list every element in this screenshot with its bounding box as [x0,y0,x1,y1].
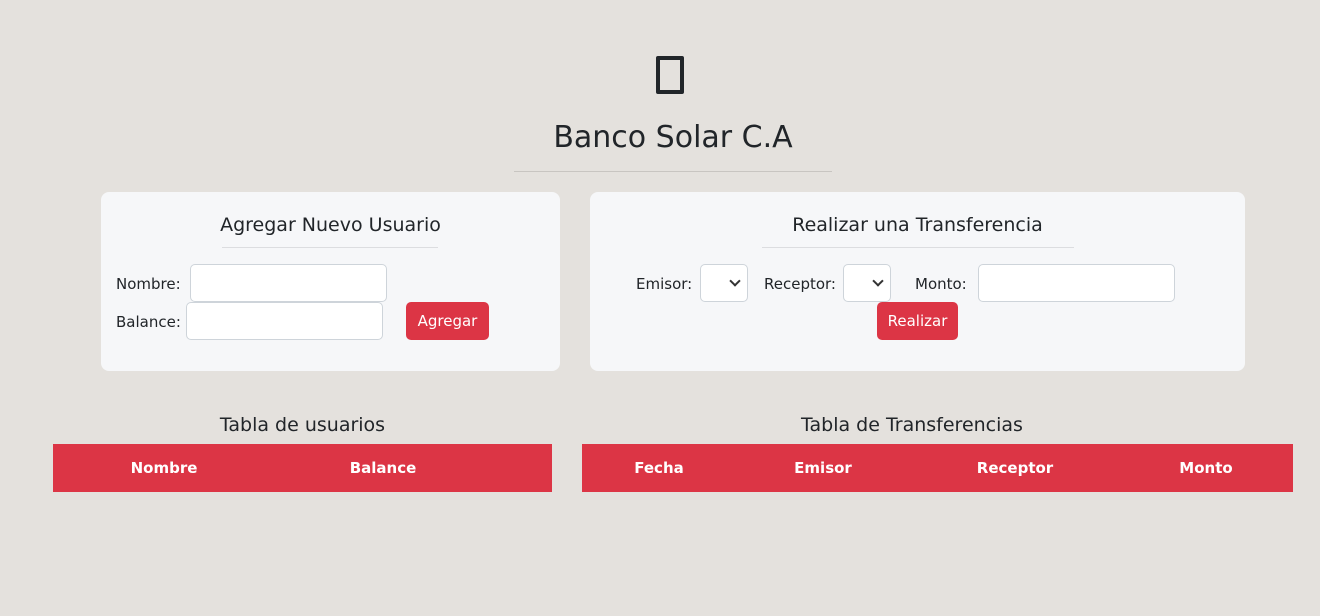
receiver-select[interactable] [843,264,891,302]
users-table-title: Tabla de usuarios [219,414,386,436]
title-divider [514,171,832,172]
column-header-fecha: Fecha [634,459,684,477]
transfers-table-header: Fecha Emisor Receptor Monto [582,444,1293,492]
balance-input[interactable] [186,302,383,340]
column-header-monto: Monto [1179,459,1233,477]
transfer-card: Realizar una Transferencia Emisor: Recep… [590,192,1245,371]
add-user-card: Agregar Nuevo Usuario Nombre: Balance: A… [101,192,560,371]
add-user-button[interactable]: Agregar [406,302,489,340]
sender-select[interactable] [700,264,748,302]
column-header-balance: Balance [349,459,417,477]
receiver-label: Receptor: [764,275,836,293]
bank-icon [656,56,684,94]
transfer-title: Realizar una Transferencia [792,214,1043,236]
column-header-receptor: Receptor [976,459,1054,477]
users-table-header: Nombre Balance [53,444,552,492]
name-input[interactable] [190,264,387,302]
balance-label: Balance: [116,313,181,331]
transfers-table-title: Tabla de Transferencias [801,414,1023,436]
amount-input[interactable] [978,264,1175,302]
name-label: Nombre: [116,275,181,293]
transfer-divider [762,247,1074,248]
sender-label: Emisor: [636,275,693,293]
chevron-down-icon [872,275,884,287]
column-header-emisor: Emisor [794,459,852,477]
transfer-button[interactable]: Realizar [877,302,958,340]
amount-label: Monto: [915,275,967,293]
page-title: Banco Solar C.A [553,120,793,155]
add-user-title: Agregar Nuevo Usuario [220,214,441,236]
add-user-divider [222,247,438,248]
chevron-down-icon [729,275,741,287]
column-header-nombre: Nombre [130,459,198,477]
page: Banco Solar C.A Agregar Nuevo Usuario No… [0,0,1320,616]
